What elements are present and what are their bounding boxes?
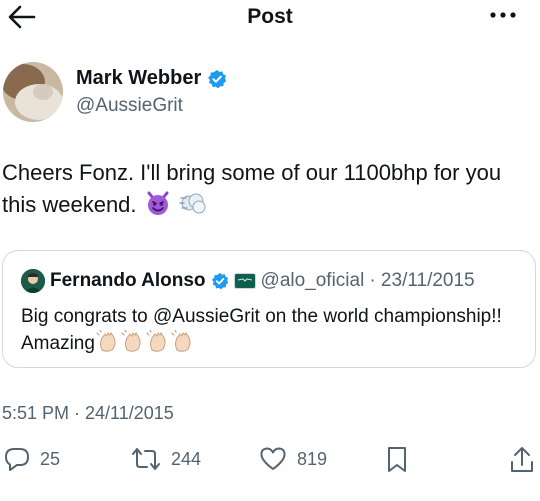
quoted-author-handle: @alo_oficial: [260, 270, 365, 291]
clapping-hands-icon: [171, 330, 191, 352]
quoted-post[interactable]: Fernando Alonso @alo_oficial · 23/11/201…: [2, 250, 536, 368]
verified-badge-icon: [211, 272, 228, 290]
post-text: Cheers Fonz. I'll bring some of our 1100…: [2, 157, 532, 221]
share-button[interactable]: [508, 445, 536, 475]
like-count: 819: [297, 448, 328, 469]
repost-icon: [132, 448, 160, 470]
page-title: Post: [247, 5, 293, 28]
repost-count: 244: [171, 448, 202, 469]
post-text-content: Cheers Fonz. I'll bring some of our 1100…: [2, 160, 502, 217]
quoted-post-date: · 23/11/2015: [369, 270, 475, 291]
more-horizontal-icon: [490, 12, 516, 18]
author-handle[interactable]: @AussieGrit: [76, 95, 183, 117]
clapping-hands-icon: [146, 330, 166, 352]
quoted-author-avatar: [21, 269, 45, 293]
dash-icon: [179, 193, 206, 214]
post-timestamp[interactable]: 5:51 PM · 24/11/2015: [2, 403, 174, 424]
reply-icon: [5, 448, 29, 471]
reply-button[interactable]: 25: [3, 445, 60, 473]
author-name-row[interactable]: Mark Webber: [76, 67, 227, 90]
repost-button[interactable]: 244: [130, 445, 201, 473]
author-name[interactable]: Mark Webber: [76, 67, 201, 90]
heart-icon: [260, 447, 286, 470]
clapping-hands-icon: [121, 330, 141, 352]
share-icon: [511, 447, 533, 472]
like-button[interactable]: 819: [258, 445, 327, 473]
smiling-devil-icon: [147, 191, 169, 215]
action-bar: 25 244 819: [0, 445, 540, 481]
bookmark-button[interactable]: [385, 445, 409, 475]
bookmark-icon: [388, 447, 406, 472]
clapping-hands-icon: [96, 330, 116, 352]
more-options-button[interactable]: [488, 3, 518, 32]
quoted-post-header: Fernando Alonso @alo_oficial · 23/11/201…: [21, 269, 475, 293]
author-avatar[interactable]: [3, 62, 63, 122]
quoted-author-name: Fernando Alonso: [50, 270, 206, 291]
team-affiliation-icon: [233, 273, 256, 289]
quoted-post-text: Big congrats to @AussieGrit on the world…: [21, 304, 521, 357]
verified-badge-icon: [208, 69, 227, 88]
quoted-post-text-content: Big congrats to @AussieGrit on the world…: [21, 306, 502, 354]
reply-count: 25: [40, 448, 61, 469]
top-bar: Post: [0, 0, 540, 36]
